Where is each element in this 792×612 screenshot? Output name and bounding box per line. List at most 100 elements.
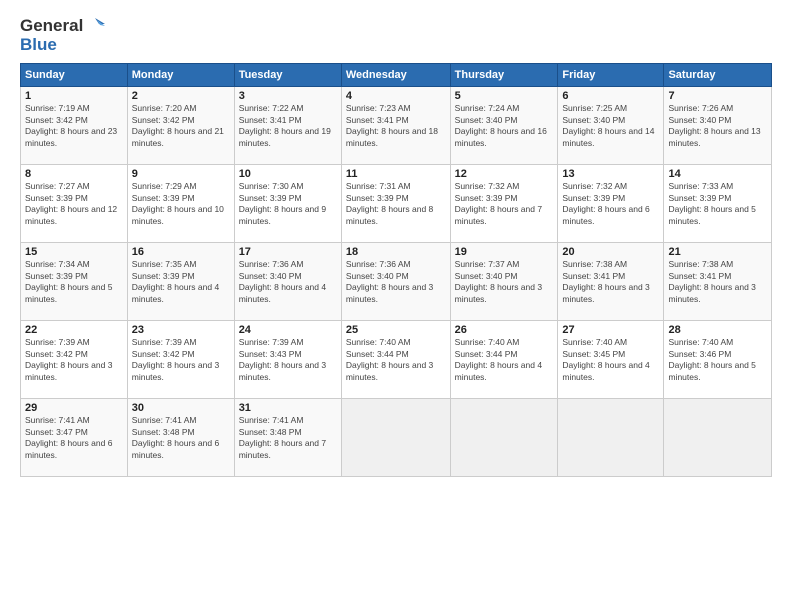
sunrise-label: Sunrise: 7:30 AM [239, 181, 304, 191]
calendar-day-cell [664, 398, 772, 476]
sunset-label: Sunset: 3:39 PM [562, 193, 625, 203]
day-number: 5 [455, 90, 554, 102]
sunrise-label: Sunrise: 7:40 AM [668, 337, 733, 347]
calendar-day-cell [558, 398, 664, 476]
calendar-day-cell: 31 Sunrise: 7:41 AM Sunset: 3:48 PM Dayl… [234, 398, 341, 476]
sunrise-label: Sunrise: 7:35 AM [132, 259, 197, 269]
sunset-label: Sunset: 3:39 PM [455, 193, 518, 203]
sunset-label: Sunset: 3:42 PM [25, 349, 88, 359]
day-info: Sunrise: 7:29 AM Sunset: 3:39 PM Dayligh… [132, 181, 230, 229]
calendar-week-row: 15 Sunrise: 7:34 AM Sunset: 3:39 PM Dayl… [21, 242, 772, 320]
day-info: Sunrise: 7:24 AM Sunset: 3:40 PM Dayligh… [455, 103, 554, 151]
day-number: 26 [455, 324, 554, 336]
weekday-header: Thursday [450, 63, 558, 86]
day-number: 15 [25, 246, 123, 258]
day-number: 19 [455, 246, 554, 258]
calendar-week-row: 29 Sunrise: 7:41 AM Sunset: 3:47 PM Dayl… [21, 398, 772, 476]
sunset-label: Sunset: 3:40 PM [239, 271, 302, 281]
calendar-day-cell: 25 Sunrise: 7:40 AM Sunset: 3:44 PM Dayl… [341, 320, 450, 398]
sunset-label: Sunset: 3:40 PM [562, 115, 625, 125]
daylight-label: Daylight: 8 hours and 13 minutes. [668, 126, 760, 148]
sunrise-label: Sunrise: 7:39 AM [132, 337, 197, 347]
calendar-day-cell [450, 398, 558, 476]
daylight-label: Daylight: 8 hours and 4 minutes. [562, 360, 649, 382]
sunset-label: Sunset: 3:46 PM [668, 349, 731, 359]
calendar-day-cell: 13 Sunrise: 7:32 AM Sunset: 3:39 PM Dayl… [558, 164, 664, 242]
sunset-label: Sunset: 3:41 PM [562, 271, 625, 281]
day-number: 28 [668, 324, 767, 336]
sunset-label: Sunset: 3:39 PM [668, 193, 731, 203]
daylight-label: Daylight: 8 hours and 3 minutes. [455, 282, 542, 304]
day-number: 31 [239, 402, 337, 414]
sunset-label: Sunset: 3:44 PM [346, 349, 409, 359]
logo-general: General [20, 17, 83, 36]
logo-bird-icon [85, 16, 105, 36]
daylight-label: Daylight: 8 hours and 4 minutes. [132, 282, 219, 304]
sunset-label: Sunset: 3:39 PM [132, 271, 195, 281]
sunrise-label: Sunrise: 7:41 AM [25, 415, 90, 425]
day-info: Sunrise: 7:40 AM Sunset: 3:44 PM Dayligh… [455, 337, 554, 385]
calendar-day-cell: 2 Sunrise: 7:20 AM Sunset: 3:42 PM Dayli… [127, 86, 234, 164]
logo: General Blue [20, 16, 105, 55]
sunset-label: Sunset: 3:40 PM [455, 115, 518, 125]
day-info: Sunrise: 7:22 AM Sunset: 3:41 PM Dayligh… [239, 103, 337, 151]
calendar-day-cell: 23 Sunrise: 7:39 AM Sunset: 3:42 PM Dayl… [127, 320, 234, 398]
calendar-day-cell: 10 Sunrise: 7:30 AM Sunset: 3:39 PM Dayl… [234, 164, 341, 242]
sunrise-label: Sunrise: 7:39 AM [239, 337, 304, 347]
day-number: 10 [239, 168, 337, 180]
day-info: Sunrise: 7:31 AM Sunset: 3:39 PM Dayligh… [346, 181, 446, 229]
day-number: 25 [346, 324, 446, 336]
sunrise-label: Sunrise: 7:22 AM [239, 103, 304, 113]
calendar-week-row: 22 Sunrise: 7:39 AM Sunset: 3:42 PM Dayl… [21, 320, 772, 398]
day-number: 17 [239, 246, 337, 258]
day-info: Sunrise: 7:23 AM Sunset: 3:41 PM Dayligh… [346, 103, 446, 151]
calendar-day-cell: 20 Sunrise: 7:38 AM Sunset: 3:41 PM Dayl… [558, 242, 664, 320]
day-number: 12 [455, 168, 554, 180]
sunrise-label: Sunrise: 7:29 AM [132, 181, 197, 191]
sunrise-label: Sunrise: 7:25 AM [562, 103, 627, 113]
sunset-label: Sunset: 3:40 PM [668, 115, 731, 125]
calendar-day-cell: 4 Sunrise: 7:23 AM Sunset: 3:41 PM Dayli… [341, 86, 450, 164]
sunset-label: Sunset: 3:42 PM [25, 115, 88, 125]
day-info: Sunrise: 7:32 AM Sunset: 3:39 PM Dayligh… [562, 181, 659, 229]
daylight-label: Daylight: 8 hours and 4 minutes. [455, 360, 542, 382]
day-info: Sunrise: 7:32 AM Sunset: 3:39 PM Dayligh… [455, 181, 554, 229]
sunset-label: Sunset: 3:48 PM [239, 427, 302, 437]
day-number: 3 [239, 90, 337, 102]
weekday-header: Saturday [664, 63, 772, 86]
day-number: 4 [346, 90, 446, 102]
daylight-label: Daylight: 8 hours and 5 minutes. [25, 282, 112, 304]
sunset-label: Sunset: 3:40 PM [346, 271, 409, 281]
logo-container: General Blue [20, 16, 105, 55]
calendar-day-cell: 3 Sunrise: 7:22 AM Sunset: 3:41 PM Dayli… [234, 86, 341, 164]
calendar-day-cell: 30 Sunrise: 7:41 AM Sunset: 3:48 PM Dayl… [127, 398, 234, 476]
day-number: 16 [132, 246, 230, 258]
calendar-day-cell: 19 Sunrise: 7:37 AM Sunset: 3:40 PM Dayl… [450, 242, 558, 320]
sunrise-label: Sunrise: 7:34 AM [25, 259, 90, 269]
calendar-day-cell: 22 Sunrise: 7:39 AM Sunset: 3:42 PM Dayl… [21, 320, 128, 398]
day-info: Sunrise: 7:40 AM Sunset: 3:44 PM Dayligh… [346, 337, 446, 385]
day-number: 18 [346, 246, 446, 258]
weekday-header: Wednesday [341, 63, 450, 86]
day-number: 6 [562, 90, 659, 102]
sunrise-label: Sunrise: 7:20 AM [132, 103, 197, 113]
sunrise-label: Sunrise: 7:38 AM [562, 259, 627, 269]
weekday-header: Monday [127, 63, 234, 86]
day-info: Sunrise: 7:41 AM Sunset: 3:48 PM Dayligh… [132, 415, 230, 463]
calendar-day-cell: 12 Sunrise: 7:32 AM Sunset: 3:39 PM Dayl… [450, 164, 558, 242]
daylight-label: Daylight: 8 hours and 6 minutes. [562, 204, 649, 226]
daylight-label: Daylight: 8 hours and 3 minutes. [132, 360, 219, 382]
day-info: Sunrise: 7:30 AM Sunset: 3:39 PM Dayligh… [239, 181, 337, 229]
sunrise-label: Sunrise: 7:27 AM [25, 181, 90, 191]
day-number: 24 [239, 324, 337, 336]
sunset-label: Sunset: 3:42 PM [132, 115, 195, 125]
day-info: Sunrise: 7:39 AM Sunset: 3:42 PM Dayligh… [132, 337, 230, 385]
weekday-header: Friday [558, 63, 664, 86]
day-number: 11 [346, 168, 446, 180]
day-info: Sunrise: 7:33 AM Sunset: 3:39 PM Dayligh… [668, 181, 767, 229]
calendar-week-row: 1 Sunrise: 7:19 AM Sunset: 3:42 PM Dayli… [21, 86, 772, 164]
day-info: Sunrise: 7:41 AM Sunset: 3:48 PM Dayligh… [239, 415, 337, 463]
day-number: 7 [668, 90, 767, 102]
day-number: 9 [132, 168, 230, 180]
daylight-label: Daylight: 8 hours and 5 minutes. [668, 204, 755, 226]
